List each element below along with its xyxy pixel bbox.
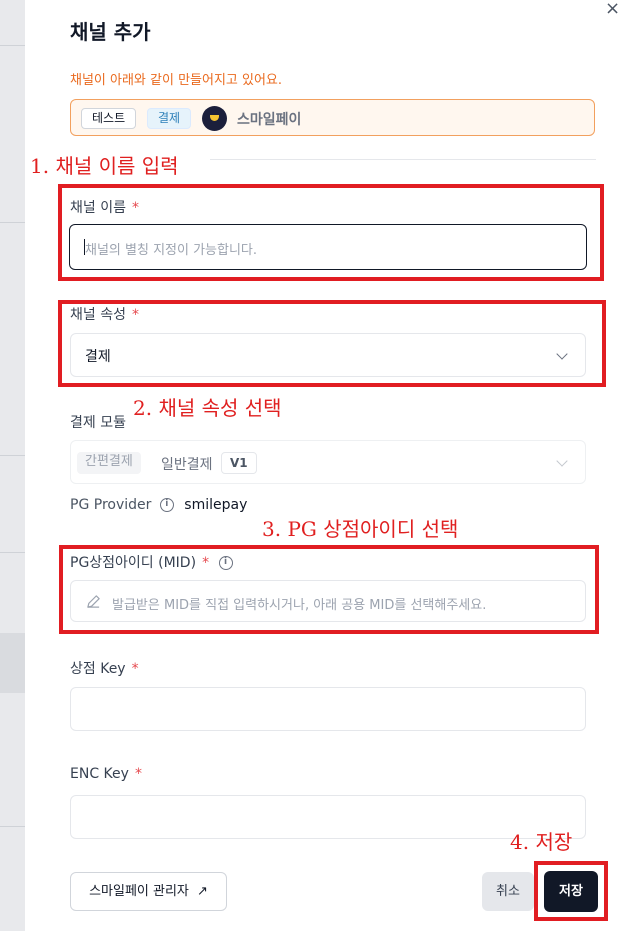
pencil-icon bbox=[87, 595, 100, 608]
info-icon[interactable]: i bbox=[218, 556, 233, 570]
admin-link-label: 스마일페이 관리자 bbox=[89, 884, 189, 899]
mid-label: PG상점아이디 (MID) * i bbox=[70, 552, 233, 572]
pg-provider-label: PG Provider bbox=[70, 497, 152, 513]
payment-module-label: 결제 모듈 bbox=[70, 415, 126, 431]
version-tag: V1 bbox=[221, 452, 257, 474]
enc-key-label: ENC Key * bbox=[70, 766, 142, 782]
general-pay-text: 일반결제 bbox=[161, 457, 213, 473]
backdrop-divider bbox=[0, 552, 25, 553]
enc-key-input[interactable] bbox=[70, 795, 586, 839]
backdrop-divider bbox=[0, 455, 25, 456]
backdrop bbox=[0, 0, 25, 931]
store-key-input[interactable] bbox=[70, 687, 586, 731]
backdrop-divider bbox=[0, 826, 25, 827]
store-key-label: 상점 Key * bbox=[70, 661, 139, 677]
channel-type-value: 결제 bbox=[85, 349, 111, 365]
channel-preview: 테스트 결제 스마일페이 bbox=[70, 99, 595, 136]
annotation-step-2: 2. 채널 속성 선택 bbox=[133, 396, 282, 420]
env-chip: 테스트 bbox=[81, 108, 137, 129]
type-chip: 결제 bbox=[147, 108, 192, 129]
pg-provider-row: PG Provider i smilepay bbox=[70, 497, 247, 513]
chevron-down-icon bbox=[556, 348, 568, 360]
channel-type-label: 채널 속성 * bbox=[70, 307, 139, 323]
divider bbox=[210, 159, 596, 160]
close-icon[interactable]: × bbox=[605, 0, 620, 19]
backdrop-divider bbox=[0, 633, 25, 693]
cancel-button[interactable]: 취소 bbox=[482, 872, 534, 911]
info-icon[interactable]: i bbox=[159, 498, 174, 512]
smilepay-logo bbox=[202, 106, 227, 131]
channel-type-select[interactable]: 결제 bbox=[70, 333, 586, 377]
annotation-step-1: 1. 채널 이름 입력 bbox=[30, 154, 179, 178]
easy-pay-tag: 간편결제 bbox=[77, 452, 141, 474]
payment-module-select: 간편결제 일반결제 V1 bbox=[70, 440, 586, 484]
creation-notice: 채널이 아래와 같이 만들어지고 있어요. bbox=[70, 73, 283, 88]
save-button[interactable]: 저장 bbox=[544, 871, 598, 912]
external-link-icon: ↗ bbox=[197, 884, 208, 899]
chevron-down-icon bbox=[556, 455, 568, 467]
pg-provider-value: smilepay bbox=[184, 497, 248, 513]
channel-name-placeholder: 채널의 별칭 지정이 가능합니다. bbox=[85, 243, 258, 258]
channel-name-label: 채널 이름 * bbox=[70, 200, 139, 216]
provider-name: 스마일페이 bbox=[237, 112, 302, 128]
page-title: 채널 추가 bbox=[70, 20, 151, 44]
annotation-step-3: 3. PG 상점아이디 선택 bbox=[262, 517, 459, 541]
smilepay-admin-link[interactable]: 스마일페이 관리자 ↗ bbox=[70, 872, 227, 911]
mid-input[interactable]: 발급받은 MID를 직접 입력하시거나, 아래 공용 MID를 선택해주세요. bbox=[70, 580, 586, 622]
annotation-step-4: 4. 저장 bbox=[510, 830, 573, 854]
channel-name-input[interactable]: 채널의 별칭 지정이 가능합니다. bbox=[69, 224, 587, 270]
backdrop-divider bbox=[0, 222, 25, 223]
mid-placeholder: 발급받은 MID를 직접 입력하시거나, 아래 공용 MID를 선택해주세요. bbox=[112, 598, 487, 613]
backdrop-divider bbox=[0, 45, 25, 46]
